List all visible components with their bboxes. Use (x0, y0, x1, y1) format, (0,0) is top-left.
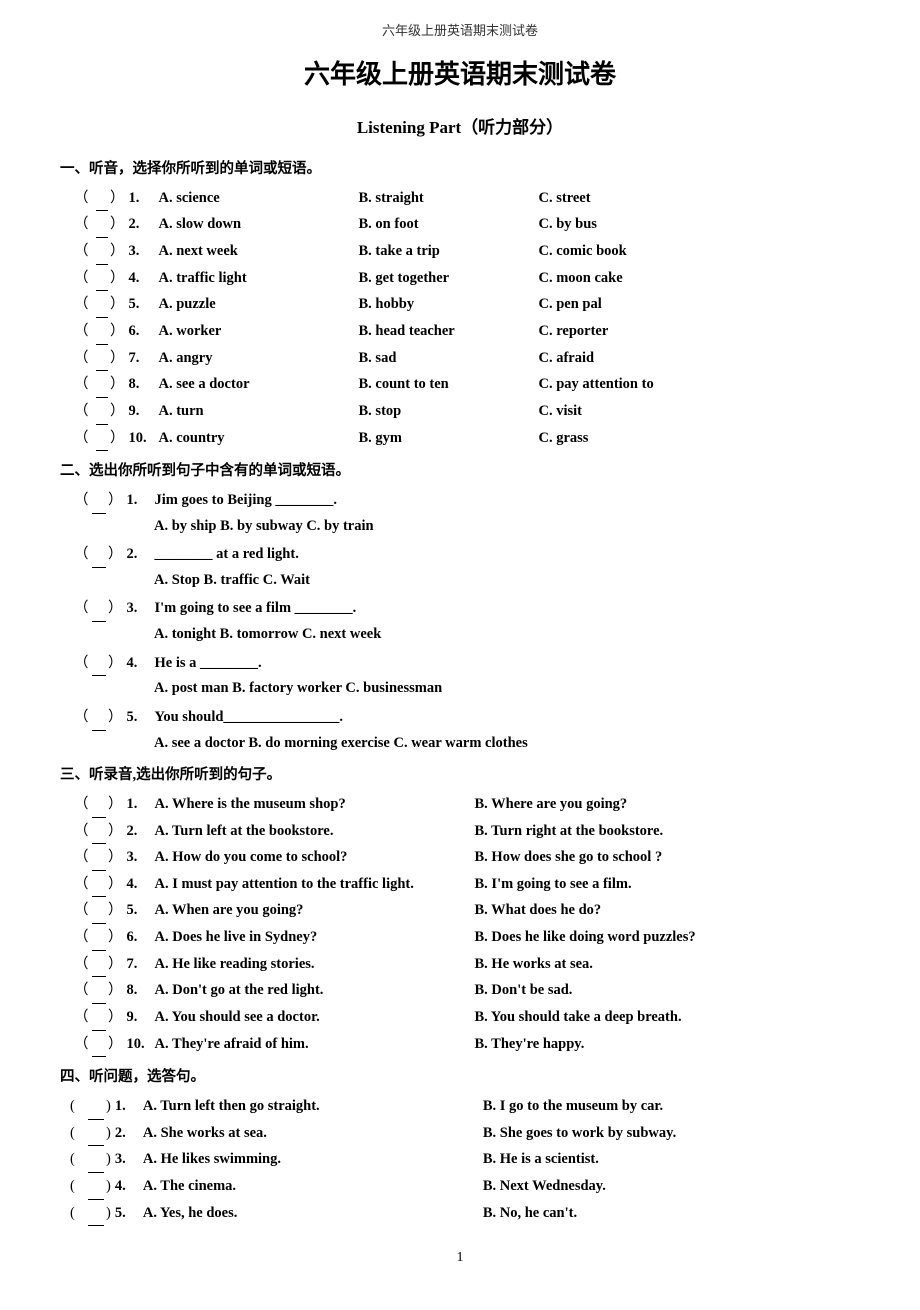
page-header: 六年级上册英语期末测试卷 (60, 20, 860, 42)
question-row: （ ）2.A. Turn left at the bookstore.B. Tu… (60, 819, 860, 845)
question-block: （ ）2.________ at a red light.A. Stop B. … (60, 542, 860, 592)
question-row: （ ）7.A. He like reading stories.B. He wo… (60, 952, 860, 978)
section1: 一、听音，选择你所听到的单词或短语。 （ ）1.A. scienceB. str… (60, 157, 860, 451)
page-number: 1 (60, 1246, 860, 1270)
question-row: （ ）4.A. traffic lightB. get togetherC. m… (60, 266, 860, 292)
question-row: ( )4.A. The cinema.B. Next Wednesday. (60, 1174, 860, 1200)
question-row: ( )3.A. He likes swimming.B. He is a sci… (60, 1147, 860, 1173)
question-row: ( )1.A. Turn left then go straight.B. I … (60, 1094, 860, 1120)
question-row: （ ）7.A. angryB. sadC. afraid (60, 346, 860, 372)
question-row: （ ）8.A. Don't go at the red light.B. Don… (60, 978, 860, 1004)
question-row: （ ）10.A. countryB. gymC. grass (60, 426, 860, 452)
question-row: （ ）6.A. workerB. head teacherC. reporter (60, 319, 860, 345)
section2: 二、选出你所听到句子中含有的单词或短语。 （ ）1.Jim goes to Be… (60, 459, 860, 755)
question-row: ( )5.A. Yes, he does.B. No, he can't. (60, 1201, 860, 1227)
section1-questions: （ ）1.A. scienceB. straightC. street（ ）2.… (60, 186, 860, 451)
question-row: （ ）3.A. next weekB. take a tripC. comic … (60, 239, 860, 265)
section1-title: 一、听音，选择你所听到的单词或短语。 (60, 157, 860, 182)
question-row: （ ）9.A. You should see a doctor.B. You s… (60, 1005, 860, 1031)
section4: 四、听问题，选答句。 ( )1.A. Turn left then go str… (60, 1065, 860, 1226)
question-row: （ ）3.A. How do you come to school?B. How… (60, 845, 860, 871)
top-label: 六年级上册英语期末测试卷 (382, 23, 538, 38)
section3-questions: （ ）1.A. Where is the museum shop?B. Wher… (60, 792, 860, 1057)
section2-questions: （ ）1.Jim goes to Beijing ________.A. by … (60, 488, 860, 755)
section4-questions: ( )1.A. Turn left then go straight.B. I … (60, 1094, 860, 1226)
question-row: （ ）2.A. slow downB. on footC. by bus (60, 212, 860, 238)
main-title-text: 六年级上册英语期末测试卷 (304, 59, 616, 89)
question-block: （ ）4.He is a ________.A. post man B. fac… (60, 651, 860, 701)
question-row: （ ）4.A. I must pay attention to the traf… (60, 872, 860, 898)
question-row: ( )2.A. She works at sea.B. She goes to … (60, 1121, 860, 1147)
question-row: （ ）1.A. scienceB. straightC. street (60, 186, 860, 212)
question-row: （ ）6.A. Does he live in Sydney?B. Does h… (60, 925, 860, 951)
section4-title: 四、听问题，选答句。 (60, 1065, 860, 1090)
question-row: （ ）5.A. When are you going?B. What does … (60, 898, 860, 924)
question-block: （ ）1.Jim goes to Beijing ________.A. by … (60, 488, 860, 538)
question-row: （ ）1.A. Where is the museum shop?B. Wher… (60, 792, 860, 818)
question-row: （ ）9.A. turnB. stopC. visit (60, 399, 860, 425)
question-block: （ ）3.I'm going to see a film ________.A.… (60, 596, 860, 646)
question-block: （ ）5.You should________________.A. see a… (60, 705, 860, 755)
question-row: （ ）8.A. see a doctorB. count to tenC. pa… (60, 372, 860, 398)
main-title: 六年级上册英语期末测试卷 (60, 52, 860, 96)
question-row: （ ）5.A. puzzleB. hobbyC. pen pal (60, 292, 860, 318)
section2-title: 二、选出你所听到句子中含有的单词或短语。 (60, 459, 860, 484)
section3-title: 三、听录音,选出你所听到的句子。 (60, 763, 860, 788)
question-row: （ ）10.A. They're afraid of him.B. They'r… (60, 1032, 860, 1058)
listening-part-title: Listening Part（听力部分） (60, 114, 860, 143)
section3: 三、听录音,选出你所听到的句子。 （ ）1.A. Where is the mu… (60, 763, 860, 1057)
